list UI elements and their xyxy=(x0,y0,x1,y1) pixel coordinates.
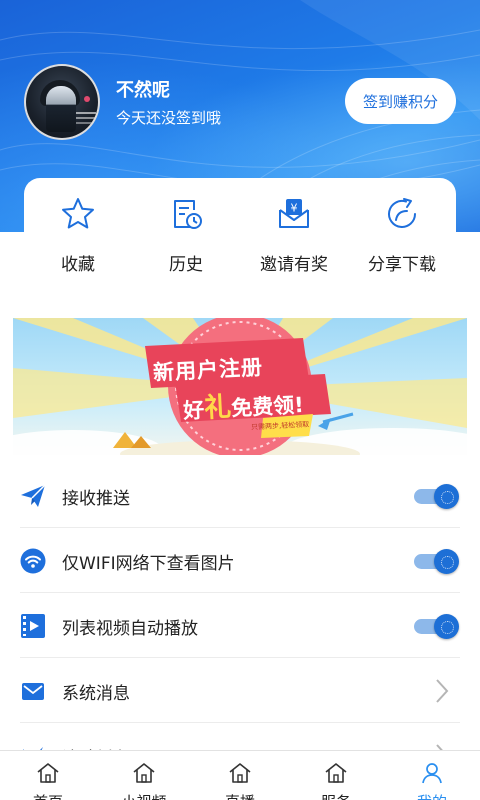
tab-live[interactable]: 直播 xyxy=(192,751,288,800)
avatar[interactable] xyxy=(24,64,100,140)
setting-autoplay-video[interactable]: 列表视频自动播放 xyxy=(20,593,460,658)
setting-push-label: 接收推送 xyxy=(62,489,130,509)
home-icon xyxy=(133,763,155,783)
banner-line2-c: 免费领! xyxy=(230,392,305,421)
quick-invite-label: 邀请有奖 xyxy=(260,255,328,275)
tab-home-label: 首页 xyxy=(0,791,96,800)
setting-autoplay-video-label: 列表视频自动播放 xyxy=(62,619,198,639)
tab-services[interactable]: 服务 xyxy=(288,751,384,800)
video-icon xyxy=(21,614,45,638)
mail-icon xyxy=(22,683,44,700)
wifi-images-toggle[interactable] xyxy=(412,548,460,574)
banner-line2: 好礼免费领! xyxy=(182,381,305,426)
invite-envelope-icon: ¥ xyxy=(279,199,309,228)
tab-short-video-label: 小视频 xyxy=(96,791,192,800)
setting-system-messages[interactable]: 系统消息 xyxy=(20,658,460,723)
banner-line2-gift: 礼 xyxy=(203,391,232,425)
history-icon xyxy=(174,200,202,229)
svg-text:¥: ¥ xyxy=(291,202,298,215)
quick-share-label: 分享下载 xyxy=(368,255,436,275)
push-toggle[interactable] xyxy=(412,483,460,509)
bottom-tab-bar: 首页 小视频 直播 服务 我的 xyxy=(0,750,480,800)
quick-invite[interactable]: ¥ 邀请有奖 xyxy=(240,178,348,290)
setting-push[interactable]: 接收推送 xyxy=(20,463,460,528)
quick-history-label: 历史 xyxy=(169,255,203,275)
tab-short-video[interactable]: 小视频 xyxy=(96,751,192,800)
banner-line1: 新用户注册 xyxy=(152,355,264,385)
tab-live-label: 直播 xyxy=(192,791,288,800)
person-icon xyxy=(422,763,442,784)
home-icon xyxy=(37,763,59,783)
autoplay-video-toggle[interactable] xyxy=(412,613,460,639)
tab-home[interactable]: 首页 xyxy=(0,751,96,800)
quick-history[interactable]: 历史 xyxy=(132,178,240,290)
quick-actions-card: 收藏 历史 ¥ 邀请有奖 分享下载 xyxy=(24,178,456,290)
wifi-icon xyxy=(20,548,46,574)
home-icon xyxy=(325,763,347,783)
quick-favorites-label: 收藏 xyxy=(61,255,95,275)
chevron-right-icon xyxy=(436,679,449,703)
tab-services-label: 服务 xyxy=(288,791,384,800)
tab-mine[interactable]: 我的 xyxy=(384,751,480,800)
tab-mine-label: 我的 xyxy=(384,791,480,800)
checkin-button[interactable]: 签到赚积分 xyxy=(345,78,456,124)
settings-list: 接收推送 仅WIFI网络下查看图片 列表视频自动播放 系统消息 xyxy=(0,463,480,788)
setting-wifi-images[interactable]: 仅WIFI网络下查看图片 xyxy=(20,528,460,593)
username[interactable]: 不然呢 xyxy=(116,76,170,102)
home-icon xyxy=(229,763,251,783)
share-icon xyxy=(388,198,416,228)
setting-wifi-images-label: 仅WIFI网络下查看图片 xyxy=(62,554,235,574)
star-icon xyxy=(62,198,94,229)
paper-plane-icon xyxy=(21,484,46,507)
banner-line2-a: 好 xyxy=(182,398,205,424)
checkin-status-text: 今天还没签到哦 xyxy=(116,109,222,127)
setting-system-messages-label: 系统消息 xyxy=(62,684,130,704)
new-user-promo-banner[interactable]: 新用户注册 好礼免费领! 只需两步,轻松领取 xyxy=(13,318,467,455)
quick-favorites[interactable]: 收藏 xyxy=(24,178,132,290)
quick-share[interactable]: 分享下载 xyxy=(348,178,456,290)
